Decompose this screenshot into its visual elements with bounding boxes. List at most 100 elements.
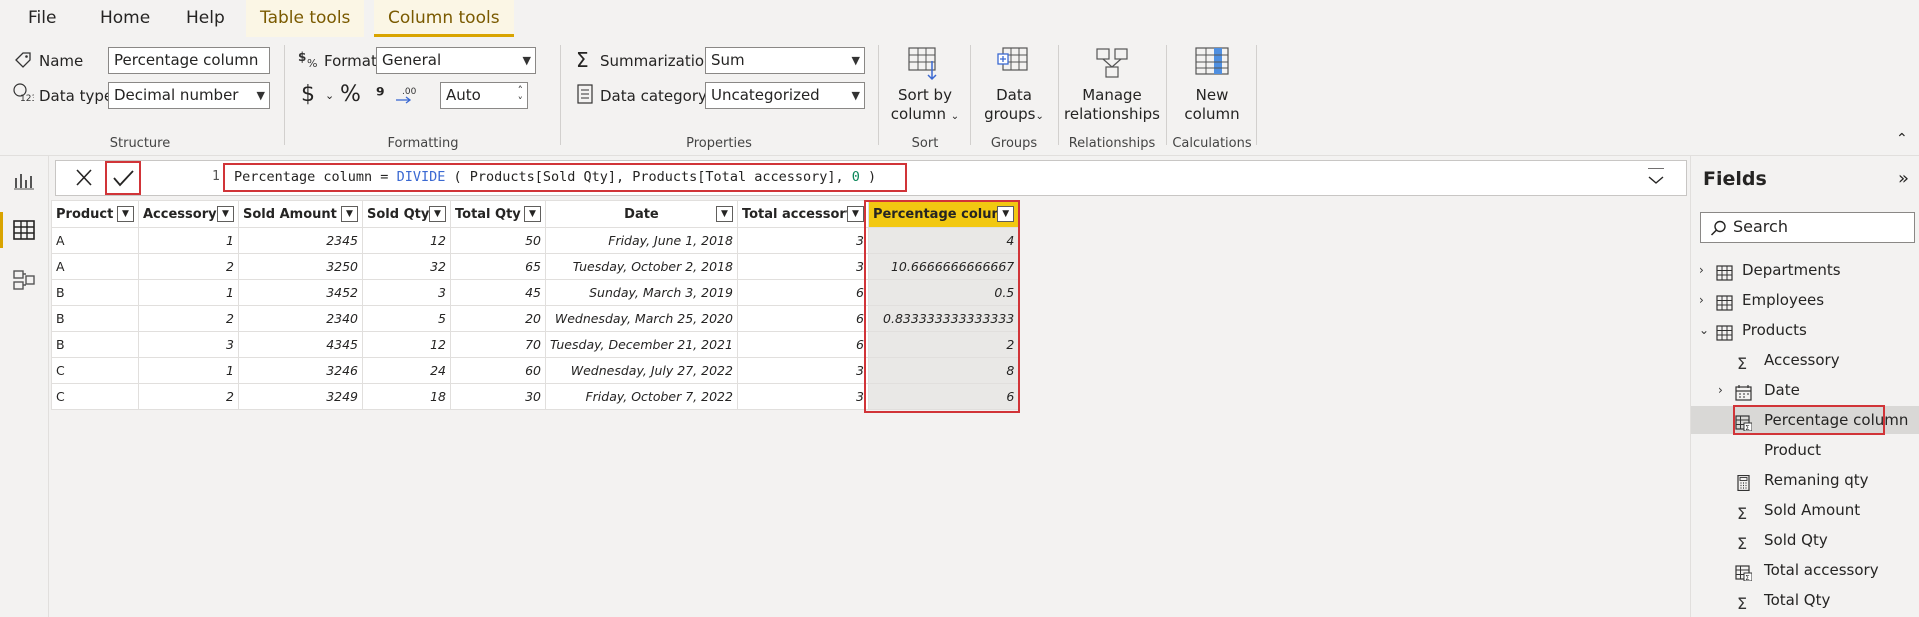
cell-product[interactable]: A (51, 253, 139, 280)
format-select[interactable]: General ▼ (376, 47, 536, 74)
fields-search-box[interactable]: Search (1700, 212, 1915, 243)
table-row[interactable]: B 3 4345 12 70 Tuesday, December 21, 2021 6 2 (51, 331, 1020, 358)
cell-total-qty[interactable]: 65 (450, 253, 546, 280)
collapse-pane-icon[interactable]: » (1898, 168, 1909, 189)
cell-product[interactable]: B (51, 305, 139, 332)
manage-relationships-button[interactable]: Manage relationships (1062, 45, 1162, 124)
cell-product[interactable]: C (51, 357, 139, 384)
filter-dropdown-icon[interactable]: ▼ (117, 206, 134, 222)
filter-dropdown-icon[interactable]: ▼ (217, 206, 234, 222)
cell-sold-amount[interactable]: 2340 (238, 305, 363, 332)
tab-home[interactable]: Home (86, 0, 164, 37)
cell-total-qty[interactable]: 60 (450, 357, 546, 384)
datatype-select[interactable]: Decimal number ▼ (108, 82, 270, 109)
tab-file[interactable]: File (14, 0, 70, 37)
field-accessory[interactable]: Σ Accessory (1691, 346, 1919, 374)
cell-date[interactable]: Tuesday, December 21, 2021 (545, 331, 738, 358)
cell-sold-amount[interactable]: 3249 (238, 383, 363, 410)
cell-sold-amount[interactable]: 3452 (238, 279, 363, 306)
currency-dropdown-icon[interactable]: ⌄ (325, 89, 334, 102)
percent-button[interactable]: % (340, 82, 361, 107)
filter-dropdown-icon[interactable]: ▼ (524, 206, 541, 222)
report-view-icon[interactable] (12, 168, 36, 192)
filter-dropdown-icon[interactable]: ▼ (429, 206, 446, 222)
data-groups-button[interactable]: Data groups⌄ (974, 45, 1054, 126)
cell-total-accessory[interactable]: 3 (736, 227, 869, 254)
sort-by-column-button[interactable]: Sort by column ⌄ (882, 45, 968, 126)
field-product[interactable]: Product (1691, 436, 1919, 464)
cell-sold-qty[interactable]: 3 (362, 279, 451, 306)
tab-help[interactable]: Help (172, 0, 239, 37)
filter-dropdown-icon[interactable]: ▼ (997, 206, 1015, 222)
field-sold-qty[interactable]: Σ Sold Qty (1691, 526, 1919, 554)
name-input[interactable]: Percentage column (108, 47, 270, 74)
cell-product[interactable]: C (51, 383, 139, 410)
cell-total-accessory[interactable]: 3 (736, 253, 869, 280)
cell-total-qty[interactable]: 20 (450, 305, 546, 332)
cell-sold-qty[interactable]: 32 (362, 253, 451, 280)
cell-total-accessory[interactable]: 6 (736, 331, 869, 358)
expand-formula-icon[interactable] (1644, 168, 1668, 190)
cell-sold-qty[interactable]: 12 (362, 331, 451, 358)
data-view-icon[interactable] (12, 218, 36, 242)
cell-total-qty[interactable]: 30 (450, 383, 546, 410)
chevron-down-icon[interactable]: ⌄ (1699, 316, 1709, 344)
cell-date[interactable]: Friday, October 7, 2022 (545, 383, 738, 410)
table-row[interactable]: B 2 2340 5 20 Wednesday, March 25, 2020 6 0.833… (51, 305, 1020, 332)
field-table-products[interactable]: ⌄ Products (1691, 316, 1919, 344)
column-header-percentage-column[interactable]: Percentage column ▼ (867, 200, 1020, 228)
cell-percentage-column[interactable]: 4 (867, 227, 1020, 254)
filter-dropdown-icon[interactable]: ▼ (715, 206, 733, 222)
field-table-departments[interactable]: › Departments (1691, 256, 1919, 284)
cell-percentage-column[interactable]: 6 (867, 383, 1020, 410)
cell-sold-amount[interactable]: 4345 (238, 331, 363, 358)
currency-button[interactable]: $ (301, 82, 315, 107)
cell-accessory[interactable]: 3 (138, 331, 239, 358)
cell-sold-qty[interactable]: 24 (362, 357, 451, 384)
cell-date[interactable]: Sunday, March 3, 2019 (545, 279, 738, 306)
table-row[interactable]: B 1 3452 3 45 Sunday, March 3, 2019 6 0.5 (51, 279, 1020, 306)
cell-accessory[interactable]: 2 (138, 253, 239, 280)
cell-percentage-column[interactable]: 10.6666666666667 (867, 253, 1020, 280)
cell-product[interactable]: B (51, 331, 139, 358)
table-row[interactable]: A 1 2345 12 50 Friday, June 1, 2018 3 4 (51, 227, 1020, 254)
cell-total-accessory[interactable]: 3 (736, 357, 869, 384)
cell-product[interactable]: A (51, 227, 139, 254)
tab-table-tools[interactable]: Table tools (246, 0, 365, 37)
cell-date[interactable]: Tuesday, October 2, 2018 (545, 253, 738, 280)
column-header-date[interactable]: Date ▼ (545, 200, 738, 228)
column-header-sold-amount[interactable]: Sold Amount ▼ (238, 200, 363, 228)
chevron-right-icon[interactable]: › (1699, 286, 1704, 314)
filter-dropdown-icon[interactable]: ▼ (846, 206, 864, 222)
filter-dropdown-icon[interactable]: ▼ (341, 206, 358, 222)
cell-accessory[interactable]: 1 (138, 357, 239, 384)
cell-percentage-column[interactable]: 8 (867, 357, 1020, 384)
cell-accessory[interactable]: 2 (138, 305, 239, 332)
cell-total-accessory[interactable]: 6 (736, 305, 869, 332)
cell-total-accessory[interactable]: 3 (736, 383, 869, 410)
table-row[interactable]: C 2 3249 18 30 Friday, October 7, 2022 3 6 (51, 383, 1020, 410)
cell-sold-qty[interactable]: 18 (362, 383, 451, 410)
chevron-right-icon[interactable]: › (1718, 376, 1723, 404)
column-header-product[interactable]: Product ▼ (51, 200, 139, 228)
cell-percentage-column[interactable]: 0.833333333333333 (867, 305, 1020, 332)
cell-sold-qty[interactable]: 12 (362, 227, 451, 254)
cell-date[interactable]: Friday, June 1, 2018 (545, 227, 738, 254)
decimal-places-icon[interactable]: .00 (394, 85, 418, 107)
table-row[interactable]: A 2 3250 32 65 Tuesday, October 2, 2018 3 10.66… (51, 253, 1020, 280)
cell-product[interactable]: B (51, 279, 139, 306)
column-header-total-accessory[interactable]: Total accessory ▼ (736, 200, 869, 228)
cell-sold-amount[interactable]: 2345 (238, 227, 363, 254)
table-row[interactable]: C 1 3246 24 60 Wednesday, July 27, 2022 3 8 (51, 357, 1020, 384)
decimals-stepper[interactable]: Auto ˄ ˅ (440, 82, 528, 109)
model-view-icon[interactable] (12, 268, 36, 292)
cell-sold-amount[interactable]: 3250 (238, 253, 363, 280)
cancel-formula-button[interactable] (66, 161, 102, 195)
cell-total-qty[interactable]: 70 (450, 331, 546, 358)
summarization-select[interactable]: Sum ▼ (705, 47, 865, 74)
field-total-accessory[interactable]: Σ Total accessory (1691, 556, 1919, 584)
cell-total-qty[interactable]: 45 (450, 279, 546, 306)
tab-column-tools[interactable]: Column tools (374, 0, 514, 37)
new-column-button[interactable]: New column (1170, 45, 1254, 124)
field-remaning-qty[interactable]: Remaning qty (1691, 466, 1919, 494)
